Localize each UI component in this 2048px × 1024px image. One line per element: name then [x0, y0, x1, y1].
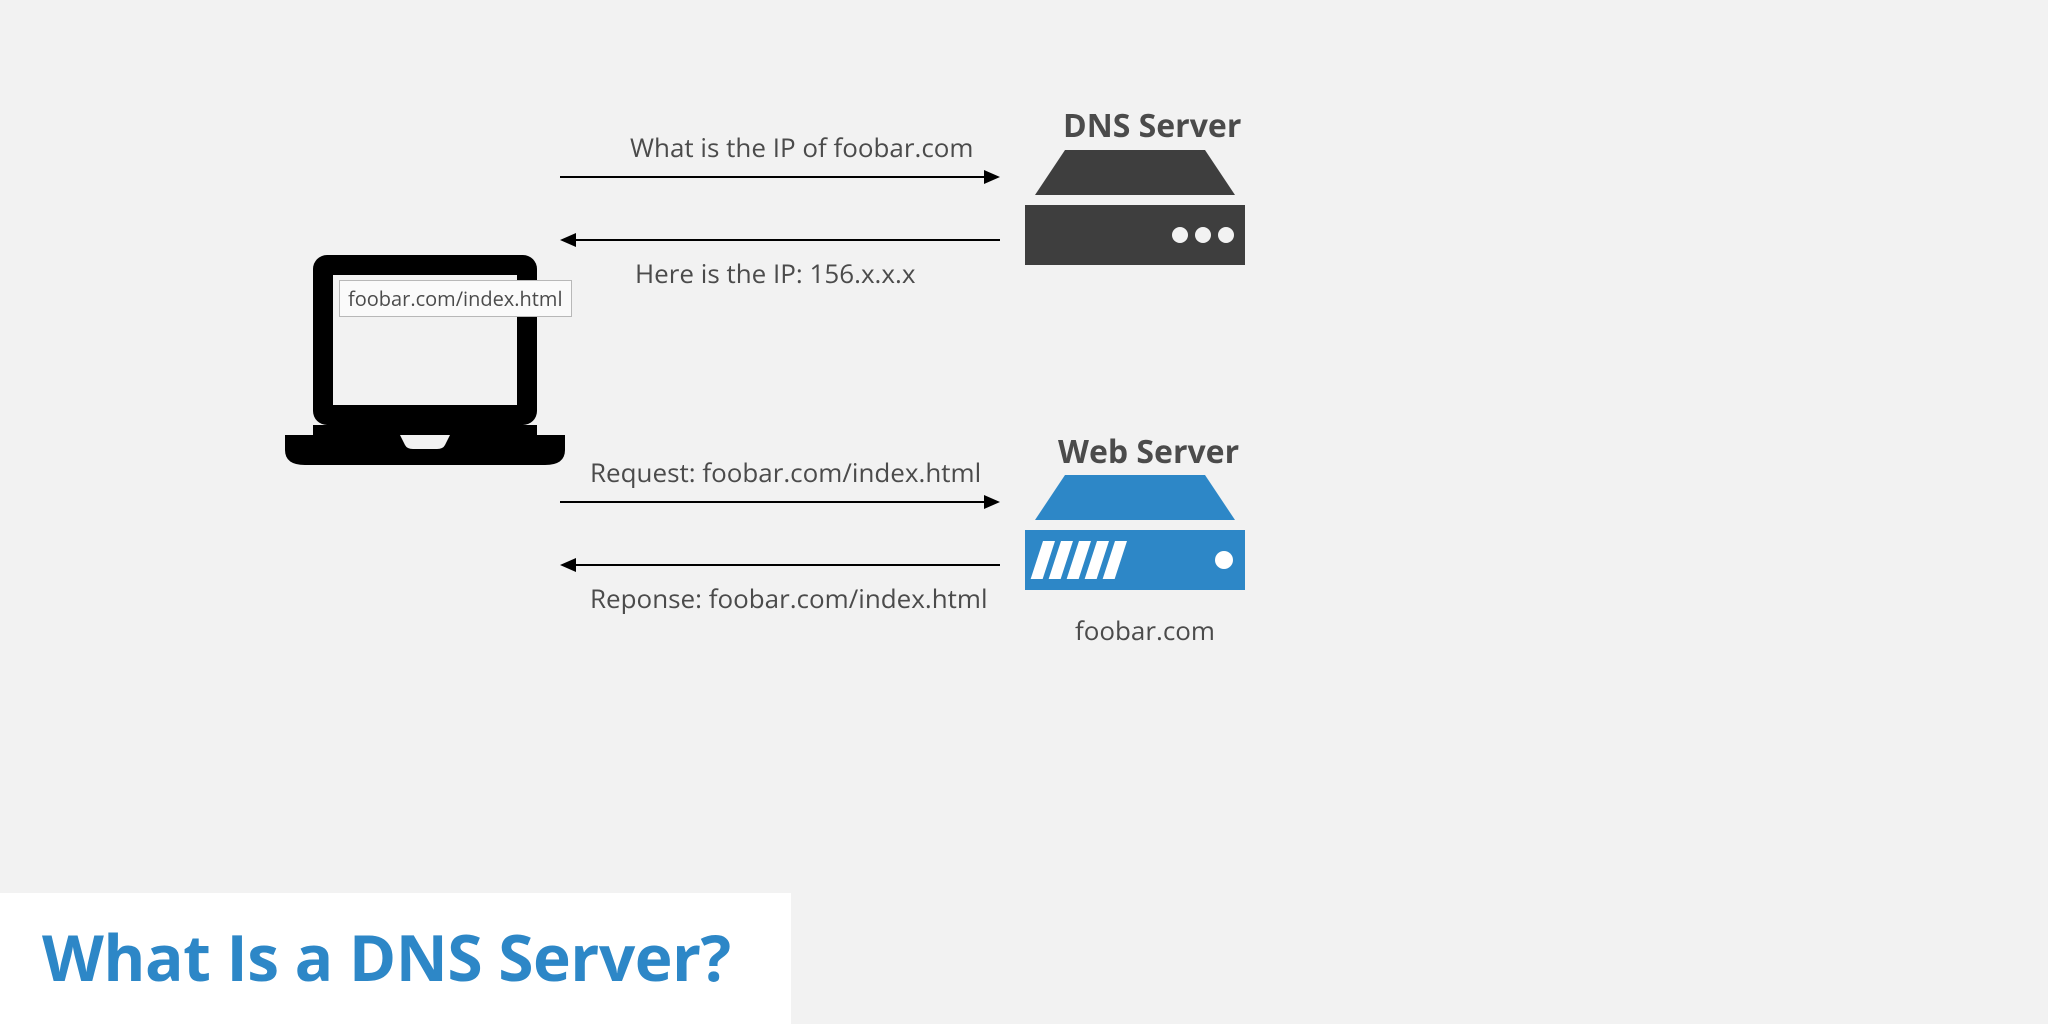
arrow-left-web [560, 555, 1000, 575]
web-server-label: Web Server [1058, 430, 1239, 473]
arrow-right-dns [560, 167, 1000, 187]
web-response-label: Reponse: foobar.com/index.html [590, 580, 988, 616]
arrow-left-dns [560, 230, 1000, 250]
arrow-right-web [560, 492, 1000, 512]
dns-server-label: DNS Server [1063, 104, 1241, 147]
page-title: What Is a DNS Server? [42, 913, 731, 1000]
dns-request-label: What is the IP of foobar.com [630, 129, 974, 165]
laptop-url-bar: foobar.com/index.html [339, 280, 572, 317]
diagram-canvas: foobar.com/index.html DNS Server Web S [0, 0, 2048, 1024]
web-server-icon [1025, 475, 1245, 605]
dns-response-label: Here is the IP: 156.x.x.x [635, 255, 915, 291]
web-request-label: Request: foobar.com/index.html [590, 454, 981, 490]
web-server-caption: foobar.com [1075, 612, 1215, 648]
dns-server-icon [1025, 150, 1245, 280]
laptop-url-text: foobar.com/index.html [348, 285, 563, 312]
title-bar: What Is a DNS Server? [0, 893, 791, 1024]
